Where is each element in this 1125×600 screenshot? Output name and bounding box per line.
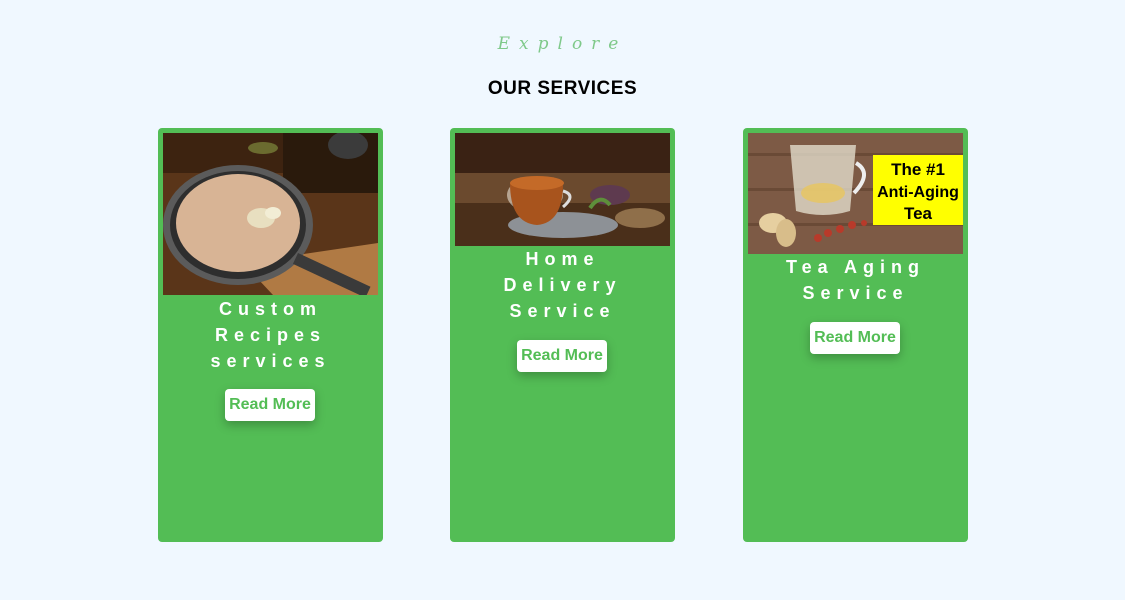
services-section: Explore OUR SERVICES Custom Recipes serv… — [0, 0, 1125, 600]
read-more-button[interactable]: Read More — [225, 389, 315, 421]
anti-aging-tea-image: The #1 Anti-Aging Tea — [748, 133, 963, 254]
service-card-custom-recipes: Custom Recipes services Read More — [158, 128, 383, 542]
service-card-tea-aging: The #1 Anti-Aging Tea Tea Aging Service … — [743, 128, 968, 542]
masala-chai-pan-image — [163, 133, 378, 295]
section-eyebrow: Explore — [497, 34, 628, 54]
svg-text:The #1: The #1 — [891, 160, 945, 179]
read-more-button[interactable]: Read More — [517, 340, 607, 372]
service-name: Home Delivery Service — [503, 249, 622, 321]
service-name: Custom Recipes services — [210, 299, 331, 371]
svg-text:Anti-Aging: Anti-Aging — [877, 184, 959, 201]
section-title: OUR SERVICES — [487, 78, 638, 99]
service-name: Tea Aging Service — [786, 257, 925, 303]
tea-cup-image — [455, 133, 670, 246]
svg-text:Tea: Tea — [904, 204, 933, 223]
read-more-button[interactable]: Read More — [810, 322, 900, 354]
service-card-home-delivery: Home Delivery Service Read More — [450, 128, 675, 542]
